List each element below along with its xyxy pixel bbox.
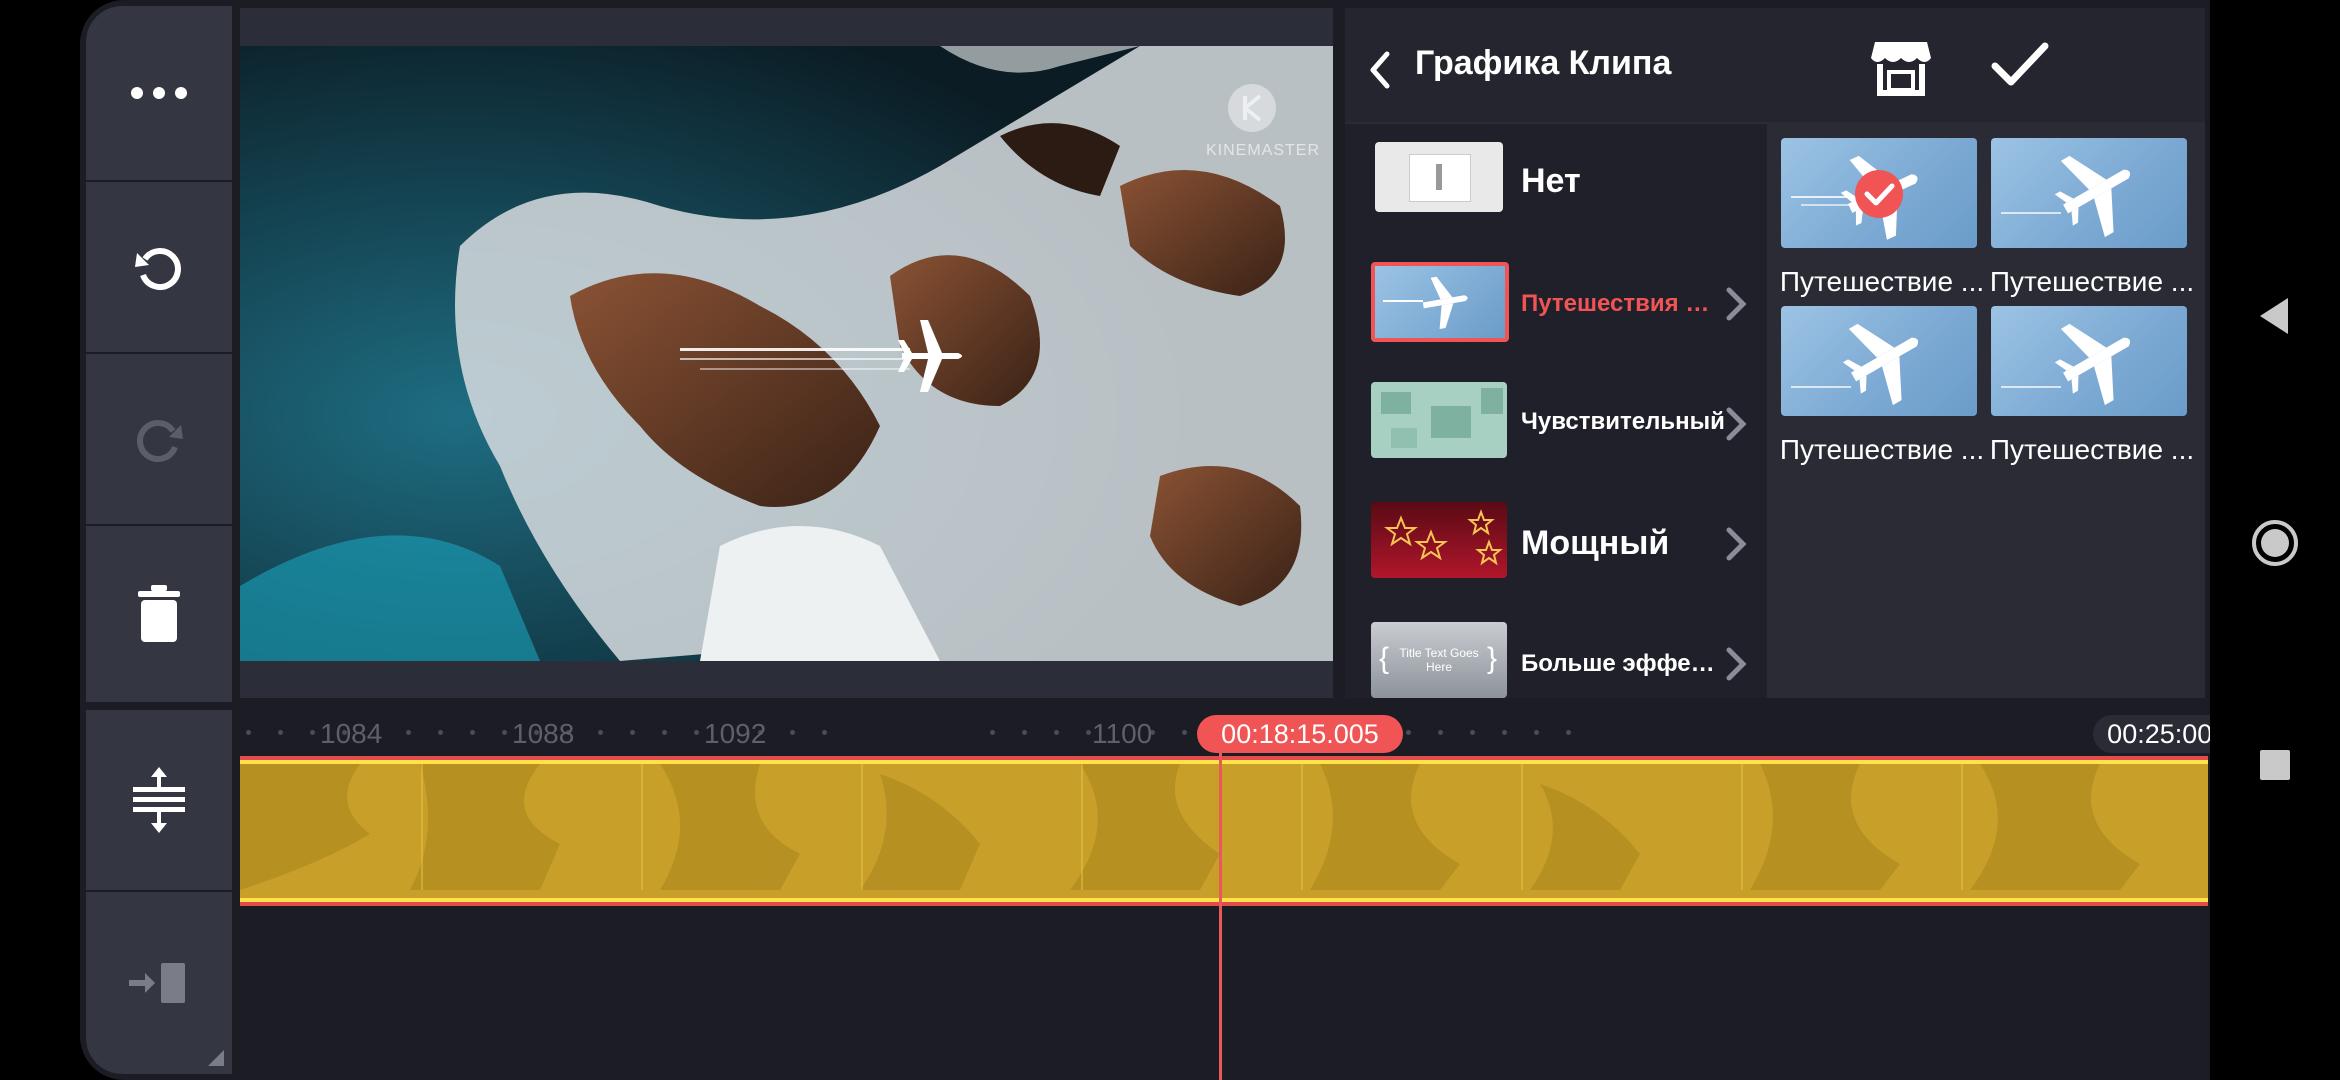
category-label: Путешествия и ... [1521, 290, 1721, 317]
more-dots-icon [131, 87, 187, 99]
ruler-label: 1088 [512, 718, 575, 749]
clip-graphics-panel: Графика Клипа Нет Путешествия и ... Чувс… [1345, 8, 2205, 698]
effect-label: Путешествие ... [1989, 434, 2195, 465]
redo-button[interactable] [86, 354, 232, 524]
category-travel[interactable]: Путешествия и ... [1345, 244, 1767, 362]
more-effects-thumbnail: { } Title Text Goes Here [1371, 622, 1507, 698]
panel-header: Графика Клипа [1345, 8, 2205, 122]
category-label: Нет [1521, 162, 1581, 200]
confirm-check-icon[interactable] [1991, 42, 2049, 90]
delete-button[interactable] [86, 526, 232, 702]
ruler-label: 1084 [320, 718, 383, 749]
undo-button[interactable] [86, 182, 232, 352]
chevron-right-icon [1726, 287, 1747, 321]
category-none[interactable]: Нет [1345, 124, 1767, 242]
category-label: Мощный [1521, 524, 1670, 562]
video-clip-track[interactable] [240, 760, 2208, 902]
jump-to-end-button[interactable] [86, 892, 232, 1074]
home-nav-icon[interactable] [2250, 518, 2300, 568]
effect-label: Путешествие ... [1779, 434, 1985, 465]
ruler-label: 1100 [1092, 718, 1153, 749]
chevron-right-icon [1726, 647, 1747, 681]
android-navigation-bar [2210, 0, 2340, 1080]
undo-icon [135, 248, 181, 290]
trash-icon [138, 585, 180, 642]
effect-thumbnail [1991, 306, 2187, 416]
effect-thumbnail [1781, 138, 1977, 248]
ocean-rocks-image [240, 46, 1333, 661]
chevron-right-icon [1726, 527, 1747, 561]
category-list: Нет Путешествия и ... Чувствительный Мощ… [1345, 124, 1767, 698]
effect-label: Путешествие ... [1989, 266, 2195, 297]
more-options-button[interactable] [86, 6, 232, 180]
category-label: Больше эффект... [1521, 650, 1725, 677]
category-label: Чувствительный [1521, 408, 1725, 435]
effect-thumbnail [1991, 138, 2187, 248]
redo-icon [137, 420, 183, 462]
playhead[interactable] [1219, 748, 1222, 1080]
playhead-time: 00:18:15.005 [1197, 715, 1403, 753]
video-preview[interactable]: KINEMASTER [240, 46, 1333, 661]
back-arrow-icon[interactable] [1365, 50, 1395, 90]
back-nav-icon[interactable] [2256, 296, 2292, 336]
effect-grid: Путешествие ... Путешествие ... Путешест… [1771, 124, 2205, 698]
sensitive-thumbnail [1371, 382, 1507, 458]
recents-nav-icon[interactable] [2258, 748, 2292, 782]
timeline[interactable]: 1084 1088 1092 1100 1104 [240, 706, 2210, 1080]
powerful-thumbnail [1371, 502, 1507, 578]
travel-thumbnail [1371, 262, 1509, 342]
track-height-button[interactable] [86, 710, 232, 890]
category-sensitive[interactable]: Чувствительный [1345, 364, 1767, 482]
jump-end-icon [129, 963, 185, 1003]
kinemaster-editor: KINEMASTER Графика Клипа Нет Путешествия… [80, 0, 2210, 1080]
ruler-label: 1092 [704, 718, 767, 749]
preview-panel: KINEMASTER [240, 8, 1333, 698]
category-more-effects[interactable]: { } Title Text Goes Here Больше эффект..… [1345, 604, 1767, 722]
none-thumbnail [1375, 142, 1503, 212]
corner-resize-icon [208, 1050, 224, 1066]
total-duration: 00:25:00.165 [2093, 715, 2210, 753]
effect-thumbnail [1781, 306, 1977, 416]
sample-title-text: Title Text Goes Here [1399, 646, 1479, 674]
chevron-right-icon [1726, 407, 1747, 441]
left-toolbar [86, 6, 232, 1074]
clip-thumbnails [240, 764, 2140, 890]
effect-label: Путешествие ... [1779, 266, 1985, 297]
category-powerful[interactable]: Мощный [1345, 484, 1767, 602]
panel-title: Графика Клипа [1415, 44, 1672, 82]
watermark-text: KINEMASTER [1206, 142, 1321, 159]
expand-track-icon [133, 767, 185, 833]
asset-store-icon[interactable] [1869, 38, 1933, 98]
